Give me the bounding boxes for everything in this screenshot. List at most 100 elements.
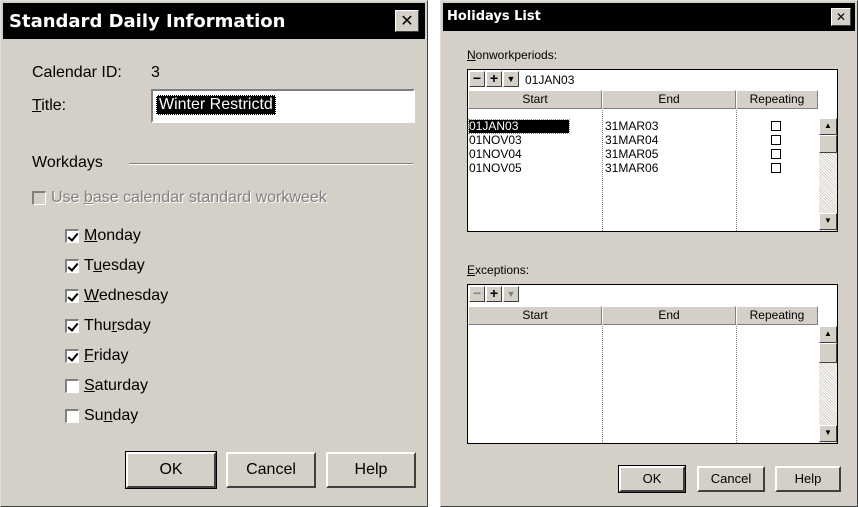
- monday-label: Monday: [84, 227, 141, 244]
- saturday-checkbox[interactable]: Saturday: [65, 371, 168, 401]
- right-title-bar: Holidays List ✕: [443, 3, 855, 31]
- left-help-button[interactable]: Help: [326, 452, 416, 488]
- use-base-calendar-checkbox[interactable]: Use base calendar standard workweek: [32, 189, 327, 207]
- right-close-button[interactable]: ✕: [831, 8, 851, 26]
- use-base-calendar-label: Use base calendar standard workweek: [51, 189, 327, 206]
- exceptions-grid: − + ▼ Start End Repeating ▲ ▼: [467, 284, 838, 444]
- sunday-label: Sunday: [84, 407, 139, 424]
- dropdown-arrow-icon: ▼: [506, 74, 516, 84]
- scroll-down-button[interactable]: ▼: [819, 425, 837, 442]
- exceptions-dropdown-button[interactable]: ▼: [503, 286, 519, 302]
- friday-label: Friday: [84, 347, 129, 364]
- calendar-id-label: Calendar ID:: [32, 64, 122, 81]
- nonwork-col-start[interactable]: Start: [468, 90, 602, 109]
- sunday-box: [65, 409, 79, 423]
- close-icon: ✕: [835, 10, 847, 24]
- table-row[interactable]: 01JAN03 31MAR03: [468, 119, 818, 134]
- row-start: 01NOV04: [469, 147, 522, 161]
- scroll-up-button[interactable]: ▲: [819, 118, 837, 135]
- exceptions-remove-button[interactable]: −: [469, 286, 485, 302]
- right-help-button[interactable]: Help: [775, 466, 841, 492]
- exceptions-divider-1: [602, 326, 603, 443]
- left-ok-button[interactable]: OK: [125, 451, 217, 489]
- row-start: 01NOV05: [469, 161, 522, 175]
- thursday-label: Thursday: [84, 317, 151, 334]
- right-ok-button[interactable]: OK: [618, 465, 686, 493]
- nonwork-current-value: 01JAN03: [525, 73, 575, 87]
- use-base-calendar-box: [32, 191, 46, 205]
- exceptions-scrollbar[interactable]: ▲ ▼: [819, 326, 837, 443]
- wednesday-label: Wednesday: [84, 287, 169, 304]
- wednesday-box: [65, 289, 79, 303]
- nonwork-grid: − + ▼ 01JAN03 Start End Repeating 01JAN0…: [467, 69, 838, 232]
- saturday-label: Saturday: [84, 377, 149, 394]
- close-icon: ✕: [400, 11, 414, 30]
- saturday-box: [65, 379, 79, 393]
- tuesday-label: Tuesday: [84, 257, 145, 274]
- wednesday-checkbox[interactable]: Wednesday: [65, 281, 168, 311]
- thursday-checkbox[interactable]: Thursday: [65, 311, 168, 341]
- minus-icon: −: [472, 70, 482, 86]
- row-end: 31MAR04: [605, 133, 659, 147]
- left-title-bar: Standard Daily Information ✕: [3, 3, 425, 39]
- right-cancel-button[interactable]: Cancel: [697, 466, 765, 492]
- scroll-thumb[interactable]: [819, 343, 837, 363]
- row-repeating-checkbox[interactable]: [771, 163, 781, 173]
- title-input[interactable]: Winter Restrictd: [151, 89, 415, 123]
- exceptions-add-button[interactable]: +: [486, 286, 502, 302]
- monday-checkbox[interactable]: Monday: [65, 221, 168, 251]
- nonwork-dropdown-button[interactable]: ▼: [503, 71, 519, 87]
- exceptions-divider-2: [736, 326, 737, 443]
- workdays-divider: [129, 163, 413, 165]
- left-dialog-title: Standard Daily Information: [9, 11, 286, 32]
- row-repeating-checkbox[interactable]: [771, 135, 781, 145]
- nonwork-scrollbar[interactable]: ▲ ▼: [819, 118, 837, 231]
- table-row[interactable]: 01NOV05 31MAR06: [468, 162, 818, 175]
- exceptions-col-end[interactable]: End: [602, 306, 736, 325]
- tuesday-checkbox[interactable]: Tuesday: [65, 251, 168, 281]
- down-arrow-icon: ▼: [824, 216, 832, 225]
- plus-icon: +: [489, 285, 499, 301]
- row-end: 31MAR03: [605, 119, 659, 133]
- dropdown-arrow-icon: ▼: [506, 289, 516, 299]
- nonwork-add-button[interactable]: +: [486, 71, 502, 87]
- scroll-up-button[interactable]: ▲: [819, 326, 837, 343]
- thursday-box: [65, 319, 79, 333]
- left-cancel-button[interactable]: Cancel: [226, 452, 316, 488]
- scroll-down-button[interactable]: ▼: [819, 213, 837, 230]
- calendar-id-value: 3: [151, 64, 160, 81]
- up-arrow-icon: ▲: [824, 121, 832, 130]
- minus-icon: −: [472, 285, 482, 301]
- right-dialog-title: Holidays List: [447, 9, 541, 24]
- down-arrow-icon: ▼: [824, 428, 832, 437]
- nonwork-toolbar: − + ▼ 01JAN03: [469, 71, 599, 89]
- friday-box: [65, 349, 79, 363]
- plus-icon: +: [489, 70, 499, 86]
- scroll-thumb[interactable]: [819, 135, 837, 153]
- exceptions-toolbar: − + ▼: [469, 286, 529, 304]
- nonwork-remove-button[interactable]: −: [469, 71, 485, 87]
- up-arrow-icon: ▲: [824, 329, 832, 338]
- row-end: 31MAR05: [605, 147, 659, 161]
- row-end: 31MAR06: [605, 161, 659, 175]
- exceptions-col-repeating[interactable]: Repeating: [736, 306, 818, 325]
- nonwork-col-end[interactable]: End: [602, 90, 736, 109]
- table-row[interactable]: 01NOV04 31MAR05: [468, 148, 818, 161]
- exceptions-label: Exceptions:: [467, 263, 530, 277]
- day-checkbox-list: Monday Tuesday Wednesday Thursday Friday…: [65, 221, 168, 431]
- tuesday-box: [65, 259, 79, 273]
- workdays-group-label: Workdays: [32, 154, 103, 171]
- exceptions-col-start[interactable]: Start: [468, 306, 602, 325]
- row-repeating-checkbox[interactable]: [771, 121, 781, 131]
- sunday-checkbox[interactable]: Sunday: [65, 401, 168, 431]
- monday-box: [65, 229, 79, 243]
- table-row[interactable]: 01NOV03 31MAR04: [468, 134, 818, 147]
- nonworkperiods-label: Nonworkperiods:: [467, 48, 558, 62]
- row-repeating-checkbox[interactable]: [771, 149, 781, 159]
- row-start: 01NOV03: [469, 133, 522, 147]
- nonwork-col-repeating[interactable]: Repeating: [736, 90, 818, 109]
- friday-checkbox[interactable]: Friday: [65, 341, 168, 371]
- row-start: 01JAN03: [468, 119, 570, 134]
- title-label: Title:: [32, 97, 67, 114]
- left-close-button[interactable]: ✕: [395, 10, 419, 32]
